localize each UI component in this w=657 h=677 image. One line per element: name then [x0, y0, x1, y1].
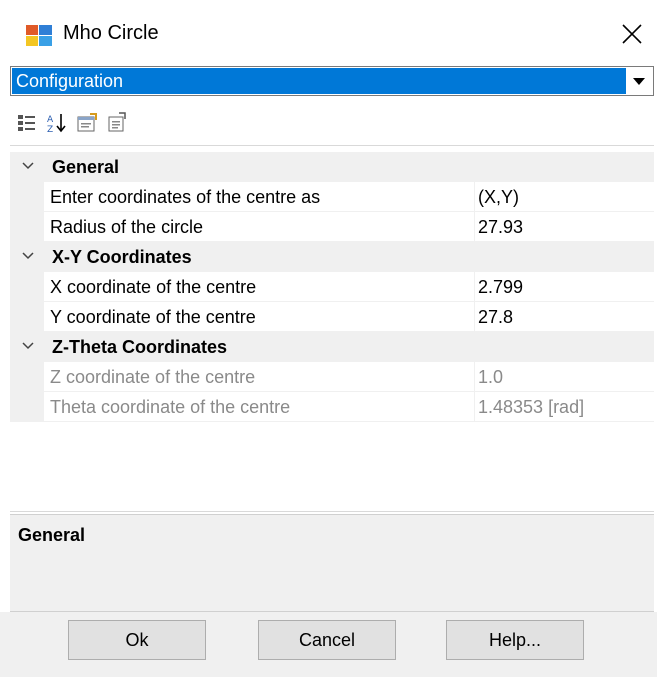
property-name: Radius of the circle [50, 217, 204, 237]
ok-button[interactable]: Ok [68, 620, 206, 660]
property-row[interactable]: Radius of the circle 27.93 [10, 212, 654, 242]
column-divider [474, 182, 475, 212]
category-label: Z-Theta Coordinates [52, 337, 228, 357]
property-value[interactable]: (X,Y) [478, 187, 519, 208]
property-row[interactable]: Z coordinate of the centre 1.0 [10, 362, 654, 392]
row-gutter [10, 392, 44, 422]
property-row[interactable]: Enter coordinates of the centre as (X,Y) [10, 182, 654, 212]
help-button[interactable]: Help... [446, 620, 584, 660]
close-icon [622, 24, 642, 44]
column-divider [474, 302, 475, 332]
object-selector-combo[interactable]: Configuration [10, 66, 654, 96]
categorized-button[interactable] [16, 112, 38, 134]
property-name: X coordinate of the centre [50, 277, 257, 297]
property-value[interactable]: 1.0 [478, 367, 503, 388]
description-panel: General [10, 514, 654, 612]
svg-text:A: A [47, 115, 54, 125]
property-name: Z coordinate of the centre [50, 367, 256, 387]
property-value[interactable]: 27.8 [478, 307, 513, 328]
column-divider [474, 392, 475, 422]
property-row[interactable]: Theta coordinate of the centre 1.48353 [… [10, 392, 654, 422]
alphabetical-button[interactable]: A Z [46, 112, 68, 134]
events-icon [108, 112, 126, 132]
category-label: General [52, 157, 120, 177]
category-label: X-Y Coordinates [52, 247, 192, 267]
combo-dropdown-button[interactable] [626, 68, 652, 94]
property-pages-button[interactable] [76, 112, 98, 134]
property-row[interactable]: X coordinate of the centre 2.799 [10, 272, 654, 302]
events-button[interactable] [106, 112, 128, 134]
close-button[interactable] [612, 14, 652, 54]
category-z-theta-coordinates[interactable]: Z-Theta Coordinates [10, 332, 654, 362]
window-title: Mho Circle [63, 22, 159, 44]
category-xy-coordinates[interactable]: X-Y Coordinates [10, 242, 654, 272]
combo-selected-value: Configuration [12, 68, 626, 94]
property-grid: General Enter coordinates of the centre … [10, 145, 654, 512]
app-window-icon [25, 24, 53, 48]
property-grid-toolbar: A Z [10, 100, 654, 144]
column-divider [474, 212, 475, 242]
property-pages-icon [77, 113, 97, 132]
property-row[interactable]: Y coordinate of the centre 27.8 [10, 302, 654, 332]
collapse-chevron-icon[interactable] [20, 336, 36, 356]
collapse-chevron-icon[interactable] [20, 156, 36, 176]
collapse-chevron-icon[interactable] [20, 246, 36, 266]
categorized-icon [18, 115, 35, 131]
row-gutter [10, 182, 44, 212]
dialog-button-bar: Ok Cancel Help... [0, 612, 657, 677]
svg-text:Z: Z [47, 125, 53, 134]
row-divider [44, 421, 654, 422]
title-bar: Mho Circle [0, 0, 657, 64]
property-name: Enter coordinates of the centre as [50, 187, 321, 207]
property-value[interactable]: 1.48353 [rad] [478, 397, 584, 418]
row-gutter [10, 302, 44, 332]
column-divider [474, 272, 475, 302]
property-value[interactable]: 2.799 [478, 277, 523, 298]
property-name: Y coordinate of the centre [50, 307, 256, 327]
dropdown-arrow-icon [633, 78, 645, 85]
row-gutter [10, 272, 44, 302]
description-title: General [18, 525, 86, 545]
cancel-button[interactable]: Cancel [258, 620, 396, 660]
column-divider [474, 362, 475, 392]
row-gutter [10, 212, 44, 242]
row-gutter [10, 362, 44, 392]
alphabetical-sort-icon: A Z [47, 114, 66, 134]
property-name: Theta coordinate of the centre [50, 397, 291, 417]
category-general[interactable]: General [10, 152, 654, 182]
property-value[interactable]: 27.93 [478, 217, 523, 238]
